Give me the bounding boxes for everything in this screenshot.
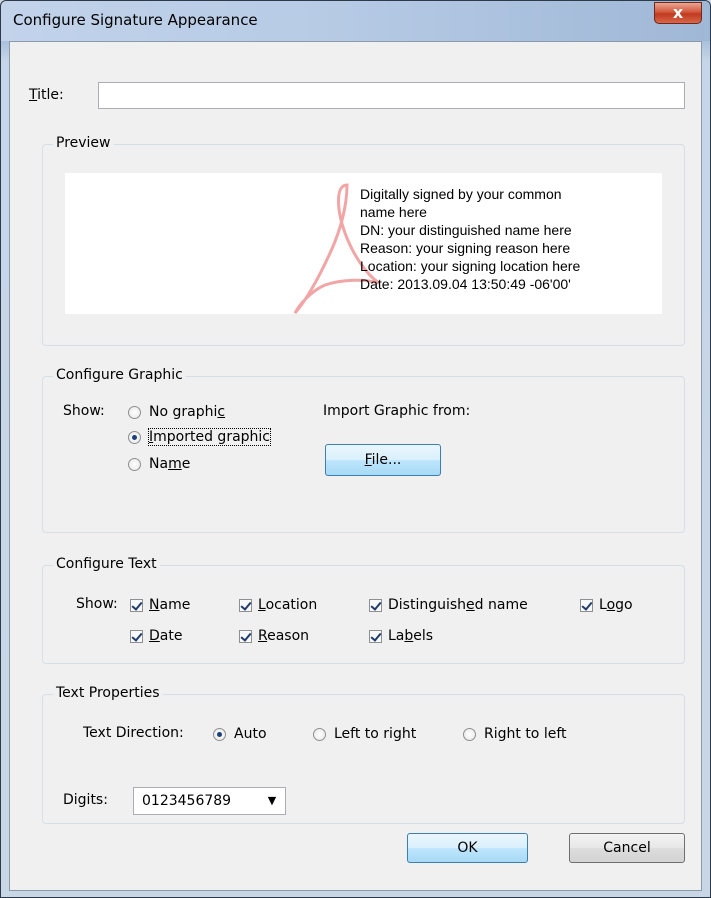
radio-direction-auto[interactable]: Auto bbox=[213, 726, 267, 742]
digits-value: 0123456789 bbox=[142, 793, 232, 809]
configure-text-group: Configure Text Show: Name Location Disti… bbox=[42, 556, 685, 664]
preview-line: DN: your distinguished name here bbox=[360, 222, 572, 238]
radio-imported-graphic[interactable]: Imported graphic bbox=[128, 428, 271, 446]
file-button[interactable]: File... bbox=[325, 444, 441, 476]
checkbox-indicator bbox=[369, 629, 382, 643]
radio-no-graphic[interactable]: No graphic bbox=[128, 404, 225, 420]
close-icon: x bbox=[672, 3, 684, 22]
close-button[interactable]: x bbox=[654, 2, 702, 24]
preview-line: Date: 2013.09.04 13:50:49 -06'00' bbox=[360, 276, 571, 292]
preview-line: Reason: your signing reason here bbox=[360, 240, 571, 256]
dialog-client: Title: Preview Digitally signed by your … bbox=[9, 41, 702, 891]
radio-label: Right to left bbox=[484, 726, 567, 742]
preview-line: Location: your signing location here bbox=[360, 258, 581, 274]
checkbox-label: Logo bbox=[599, 597, 633, 613]
checkbox-date[interactable]: Date bbox=[130, 628, 182, 644]
dialog-window: Configure Signature Appearance x Title: … bbox=[0, 0, 711, 898]
radio-label: Left to right bbox=[334, 726, 417, 742]
checkbox-indicator bbox=[369, 598, 382, 612]
chevron-down-icon[interactable]: ▼ bbox=[259, 788, 285, 814]
radio-indicator bbox=[313, 727, 326, 741]
ok-button-label: OK bbox=[457, 840, 478, 856]
signature-preview: Digitally signed by your common name her… bbox=[65, 173, 662, 314]
radio-direction-rtl[interactable]: Right to left bbox=[463, 726, 567, 742]
checkbox-location[interactable]: Location bbox=[239, 597, 317, 613]
radio-indicator bbox=[463, 727, 476, 741]
preview-line: name here bbox=[360, 204, 427, 220]
radio-indicator bbox=[213, 727, 226, 741]
checkbox-indicator bbox=[130, 598, 143, 612]
window-title: Configure Signature Appearance bbox=[13, 11, 258, 29]
digits-label: Digits: bbox=[63, 792, 108, 808]
checkbox-label: Labels bbox=[388, 628, 434, 644]
graphic-show-label: Show: bbox=[63, 403, 105, 419]
cancel-button[interactable]: Cancel bbox=[569, 833, 685, 863]
preview-group-label: Preview bbox=[53, 135, 114, 151]
preview-group: Preview Digitally signed by your common … bbox=[42, 135, 685, 346]
file-button-label: File... bbox=[364, 452, 402, 468]
import-graphic-label: Import Graphic from: bbox=[323, 403, 471, 419]
text-properties-group: Text Properties Text Direction: Auto Lef… bbox=[42, 685, 685, 824]
radio-name[interactable]: Name bbox=[128, 456, 190, 472]
checkbox-labels[interactable]: Labels bbox=[369, 628, 433, 644]
radio-label: No graphic bbox=[149, 404, 226, 420]
checkbox-label: Name bbox=[149, 597, 191, 613]
checkbox-label: Reason bbox=[258, 628, 310, 644]
checkbox-indicator bbox=[580, 598, 593, 612]
digits-select[interactable]: 0123456789 ▼ bbox=[133, 787, 286, 815]
title-label: Title: bbox=[29, 87, 64, 103]
checkbox-indicator bbox=[239, 598, 252, 612]
checkbox-indicator bbox=[239, 629, 252, 643]
text-properties-label: Text Properties bbox=[53, 685, 163, 701]
configure-graphic-group: Configure Graphic Show: No graphic Impor… bbox=[42, 367, 685, 533]
checkbox-reason[interactable]: Reason bbox=[239, 628, 309, 644]
radio-label: Auto bbox=[234, 726, 267, 742]
text-show-label: Show: bbox=[76, 596, 118, 612]
radio-label: Name bbox=[149, 456, 191, 472]
preview-text: Digitally signed by your common name her… bbox=[360, 185, 580, 293]
checkbox-name[interactable]: Name bbox=[130, 597, 190, 613]
checkbox-label: Location bbox=[258, 597, 318, 613]
text-direction-label: Text Direction: bbox=[83, 725, 184, 741]
checkbox-label: Date bbox=[149, 628, 183, 644]
ok-button[interactable]: OK bbox=[407, 833, 528, 863]
cancel-button-label: Cancel bbox=[603, 840, 651, 856]
radio-direction-ltr[interactable]: Left to right bbox=[313, 726, 416, 742]
checkbox-label: Distinguished name bbox=[388, 597, 528, 613]
configure-graphic-label: Configure Graphic bbox=[53, 367, 186, 383]
checkbox-indicator bbox=[130, 629, 143, 643]
configure-text-label: Configure Text bbox=[53, 556, 160, 572]
title-input[interactable] bbox=[98, 82, 685, 109]
title-bar[interactable]: Configure Signature Appearance x bbox=[1, 1, 710, 41]
preview-line: Digitally signed by your common bbox=[360, 186, 562, 202]
radio-label: Imported graphic bbox=[148, 428, 271, 446]
radio-indicator bbox=[128, 457, 141, 471]
radio-indicator bbox=[128, 430, 141, 444]
checkbox-logo[interactable]: Logo bbox=[580, 597, 633, 613]
checkbox-distinguished-name[interactable]: Distinguished name bbox=[369, 597, 528, 613]
radio-indicator bbox=[128, 405, 141, 419]
